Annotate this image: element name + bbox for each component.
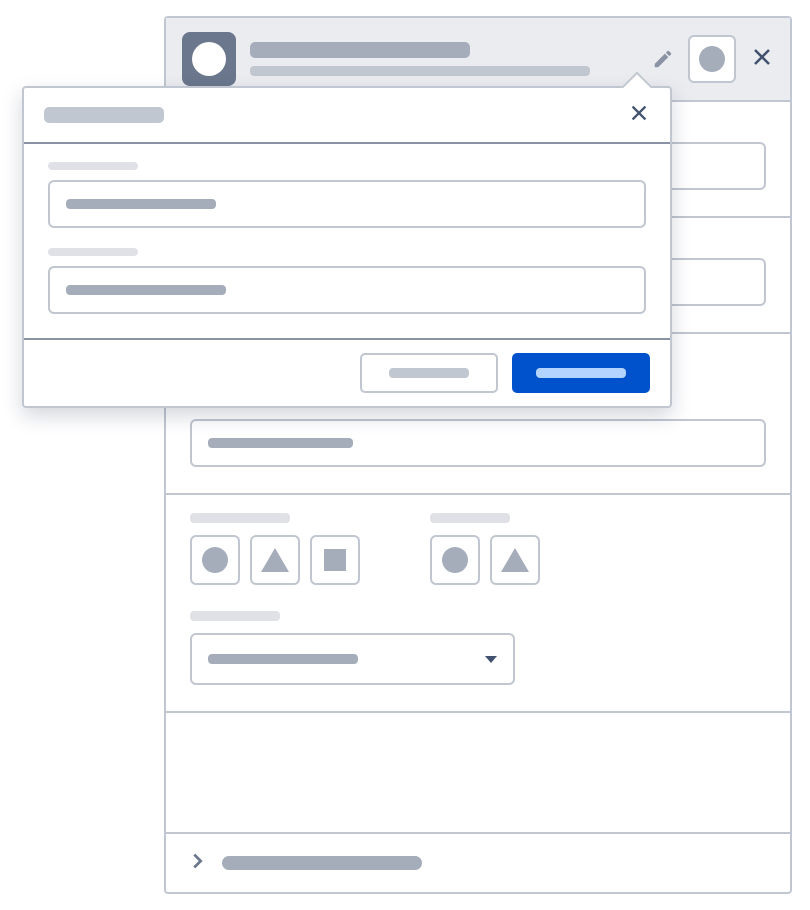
submit-button[interactable] [512, 353, 650, 393]
header-shape-button[interactable] [688, 35, 736, 83]
shape-option-circle[interactable] [430, 535, 480, 585]
header-text-group [250, 42, 638, 76]
cancel-button[interactable] [360, 353, 498, 393]
circle-icon [699, 46, 725, 72]
chevron-down-icon [485, 656, 497, 663]
popover-input-2[interactable] [48, 266, 646, 314]
close-icon[interactable] [628, 102, 650, 129]
section-shapes [166, 495, 790, 713]
popover-title [44, 107, 164, 123]
chevron-right-icon [186, 850, 208, 877]
field-label [190, 513, 290, 523]
text-input-3[interactable] [190, 419, 766, 467]
expand-footer[interactable] [166, 832, 790, 892]
button-label [389, 368, 469, 378]
input-value [208, 438, 353, 448]
button-label [536, 368, 626, 378]
field-label [48, 248, 138, 256]
header-subtitle [250, 66, 590, 76]
popover-field-2 [48, 248, 646, 314]
popover-header [24, 88, 670, 144]
circle-icon [442, 547, 468, 573]
edit-popover [22, 86, 672, 408]
shape-group-2 [430, 513, 540, 585]
triangle-icon [501, 548, 529, 572]
field-label [48, 162, 138, 170]
select-dropdown[interactable] [190, 633, 515, 685]
input-value [66, 199, 216, 209]
shape-option-triangle[interactable] [250, 535, 300, 585]
avatar-inner-circle [192, 42, 226, 76]
popover-body [24, 144, 670, 340]
popover-input-1[interactable] [48, 180, 646, 228]
shape-option-square[interactable] [310, 535, 360, 585]
shape-group-1 [190, 513, 360, 585]
shape-option-triangle[interactable] [490, 535, 540, 585]
triangle-icon [261, 548, 289, 572]
field-label [430, 513, 510, 523]
popover-footer [24, 340, 670, 406]
avatar [182, 32, 236, 86]
input-value [66, 285, 226, 295]
field-label [190, 611, 280, 621]
circle-icon [202, 547, 228, 573]
square-icon [324, 549, 346, 571]
select-value [208, 654, 358, 664]
shape-option-circle[interactable] [190, 535, 240, 585]
header-title [250, 42, 470, 58]
pencil-icon[interactable] [652, 48, 674, 70]
popover-field-1 [48, 162, 646, 228]
close-icon[interactable] [750, 45, 774, 74]
footer-label [222, 856, 422, 870]
